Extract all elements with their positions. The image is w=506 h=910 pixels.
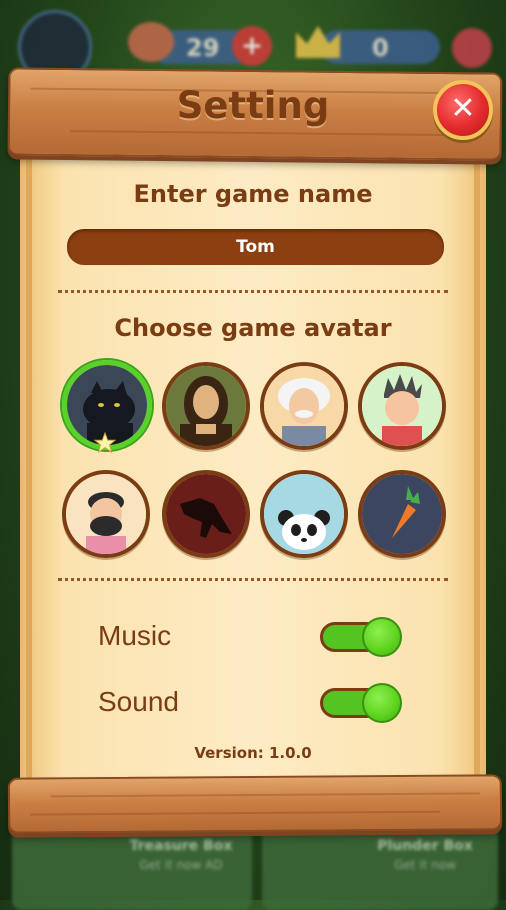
sound-toggle[interactable] <box>320 683 404 723</box>
paper-edge <box>26 132 32 808</box>
avatar-t-rex[interactable] <box>162 470 250 558</box>
bg-plunder-sub: Get it now <box>394 858 456 872</box>
t-rex-icon <box>166 474 246 554</box>
einstein-icon <box>264 366 344 446</box>
sound-label: Sound <box>98 686 179 717</box>
avatar-einstein[interactable] <box>260 362 348 450</box>
close-icon: ✕ <box>450 91 476 126</box>
game-name-input[interactable] <box>67 229 444 265</box>
bg-plunder-title: Plunder Box <box>377 838 473 854</box>
selected-star-icon <box>94 432 116 454</box>
version-text: Version: 1.0.0 <box>194 744 312 762</box>
carrot-icon <box>362 474 442 554</box>
avatar-spiky-boy[interactable] <box>358 362 446 450</box>
avatar-bearded-man[interactable] <box>62 470 150 558</box>
bg-treasure-sub: Get it now AD <box>139 858 223 872</box>
bg-crown-count: 0 <box>372 34 389 62</box>
toggle-knob <box>362 617 402 657</box>
avatar-carrot[interactable] <box>358 470 446 558</box>
footer-wood-bar <box>7 774 503 834</box>
meat-icon <box>128 22 174 62</box>
dialog-title: Setting <box>176 84 330 127</box>
bg-meat-count: 29 <box>186 34 220 62</box>
bearded-man-icon <box>66 474 146 554</box>
divider <box>58 290 448 293</box>
name-heading: Enter game name <box>133 180 373 208</box>
leaderboard-icon <box>452 28 492 68</box>
avatar-mona-lisa[interactable] <box>162 362 250 450</box>
panda-icon <box>264 474 344 554</box>
close-button[interactable]: ✕ <box>433 80 493 140</box>
divider <box>58 578 448 581</box>
music-label: Music <box>98 620 172 651</box>
toggle-knob <box>362 683 402 723</box>
music-toggle[interactable] <box>320 617 404 657</box>
bg-treasure-title: Treasure Box <box>129 838 233 854</box>
avatar-panda[interactable] <box>260 470 348 558</box>
spiky-boy-icon <box>362 366 442 446</box>
plus-icon: + <box>232 26 272 66</box>
mona-lisa-icon <box>166 366 246 446</box>
paper-edge <box>474 132 480 808</box>
avatar-heading: Choose game avatar <box>114 314 392 342</box>
